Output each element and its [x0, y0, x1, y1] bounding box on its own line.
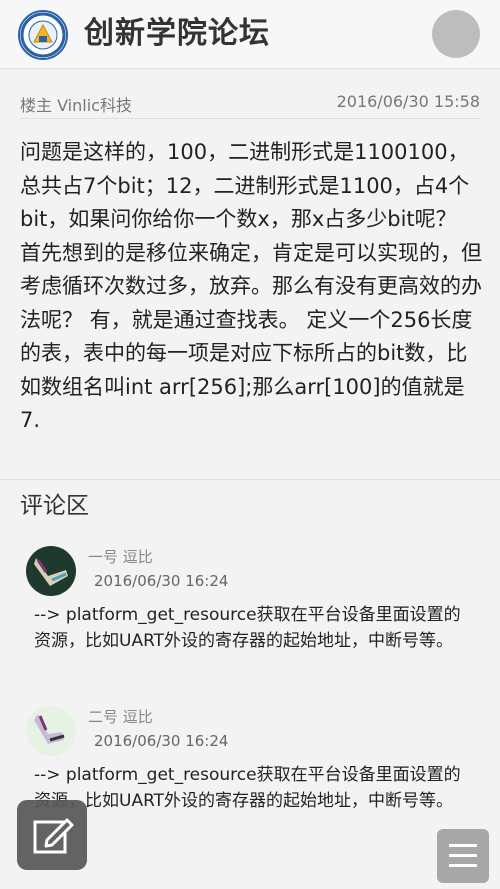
hamburger-menu-icon: [449, 844, 477, 867]
comment-text: --> platform_get_resource获取在平台设备里面设置的资源，…: [34, 605, 461, 651]
comments-section-title: 评论区: [20, 493, 89, 519]
post-timestamp: 2016/06/30 15:58: [336, 92, 480, 111]
avatar-image-icon: [26, 546, 76, 596]
post-author[interactable]: 楼主 Vinlic科技: [20, 92, 132, 116]
section-divider: [0, 479, 500, 480]
forum-post-page: 创新学院论坛 楼主 Vinlic科技 2016/06/30 15:58 问题是这…: [0, 0, 500, 889]
commenter-name[interactable]: 二号 逗比: [88, 706, 153, 727]
college-seal-logo[interactable]: [18, 10, 68, 60]
menu-button[interactable]: [437, 829, 489, 883]
comment-timestamp: 2016/06/30 16:24: [94, 732, 229, 750]
commenter-avatar[interactable]: [26, 546, 76, 596]
commenter-name[interactable]: 一号 逗比: [88, 546, 153, 567]
commenter-avatar[interactable]: [26, 706, 76, 756]
avatar-image-icon: [26, 706, 76, 756]
comment-text: --> platform_get_resource获取在平台设备里面设置的资源，…: [34, 765, 461, 811]
app-title: 创新学院论坛: [84, 16, 270, 51]
edit-icon: [33, 818, 74, 854]
app-header: 创新学院论坛: [0, 0, 500, 69]
compose-button[interactable]: [17, 800, 87, 870]
user-avatar-icon[interactable]: [432, 10, 480, 58]
comment-timestamp: 2016/06/30 16:24: [94, 572, 229, 590]
seal-graphic: [20, 12, 66, 58]
post-meta: 楼主 Vinlic科技 2016/06/30 15:58: [20, 88, 480, 119]
post-content: 问题是这样的，100，二进制形式是1100100，总共占7个bit；12，二进制…: [20, 140, 482, 432]
